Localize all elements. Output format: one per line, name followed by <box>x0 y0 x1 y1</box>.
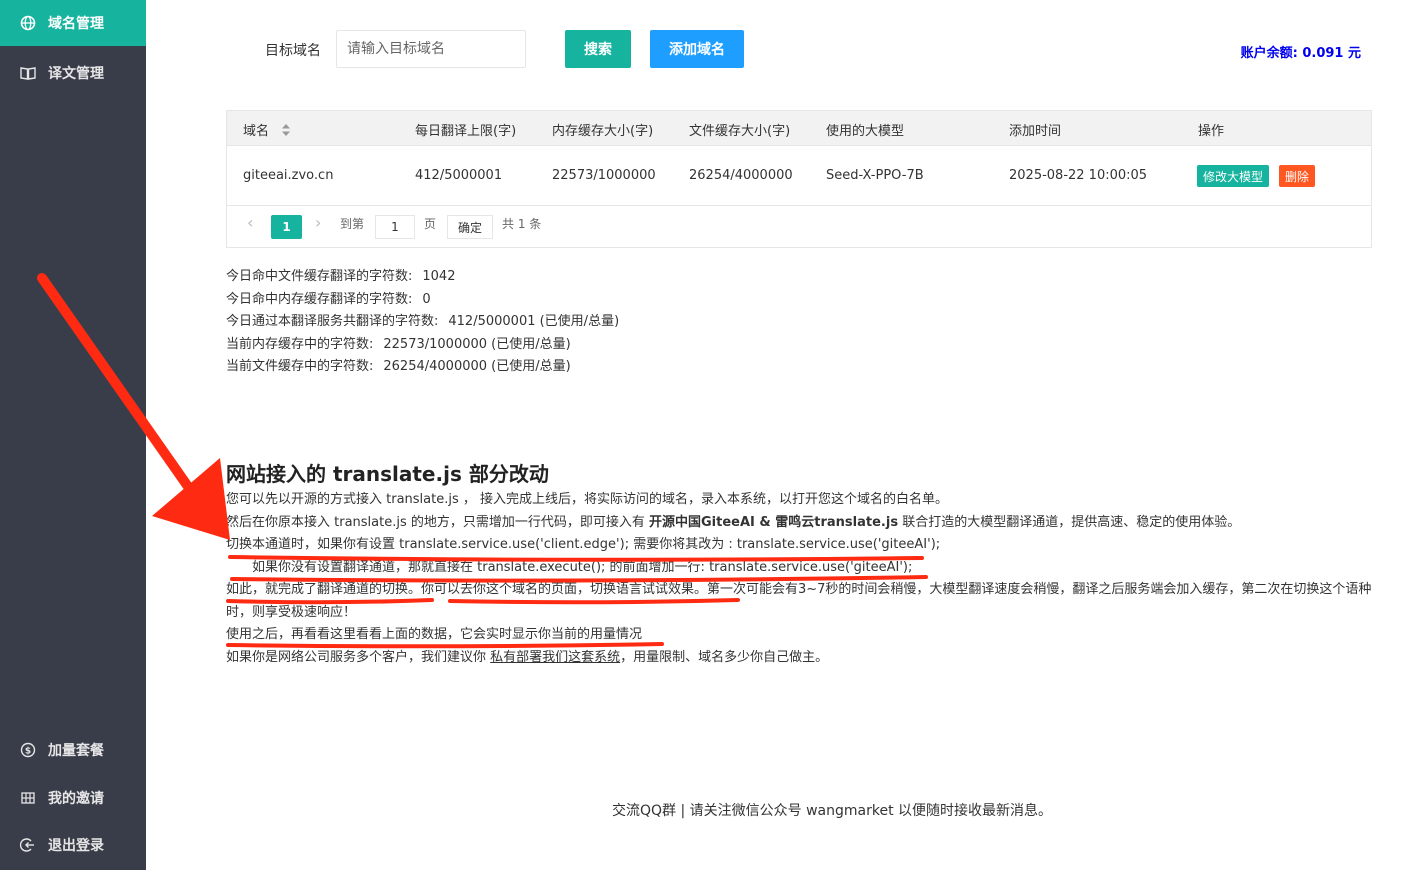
sidebar-item-translation-management[interactable]: 译文管理 <box>0 50 146 96</box>
stat-line: 当前文件缓存中的字符数: 26254/4000000 (已使用/总量) <box>226 359 571 375</box>
domain-table: 域名 每日翻译上限(字) 内存缓存大小(字) 文件缓存大小(字) 使用的大模型 … <box>226 110 1372 248</box>
cell-daily-limit: 412/5000001 <box>415 168 503 183</box>
table-header: 域名 每日翻译上限(字) 内存缓存大小(字) 文件缓存大小(字) 使用的大模型 … <box>227 111 1371 146</box>
cell-memory-cache: 22573/1000000 <box>552 168 656 183</box>
cell-added-time: 2025-08-22 10:00:05 <box>1009 168 1148 183</box>
column-header-file-cache: 文件缓存大小(字) <box>689 124 791 139</box>
guide-paragraph: 如此，就完成了翻译通道的切换。你可以去你这个域名的页面，切换语言试试效果。第一次… <box>226 582 1372 620</box>
goto-confirm-button[interactable]: 确定 <box>447 215 493 239</box>
sidebar-item-label: 退出登录 <box>48 838 104 854</box>
target-domain-label: 目标域名 <box>265 43 321 59</box>
account-balance[interactable]: 账户余额: 0.091 元 <box>1241 42 1361 61</box>
edit-model-button[interactable]: 修改大模型 <box>1197 165 1270 187</box>
logout-icon <box>18 835 38 855</box>
sidebar-item-label: 加量套餐 <box>48 743 104 759</box>
page-unit-label: 页 <box>424 217 437 231</box>
guide-paragraph: 如果你没有设置翻译通道，那就直接在 translate.execute(); 的… <box>252 559 913 575</box>
guide-paragraph: 切换本通道时，如果你有设置 translate.service.use('cli… <box>226 537 941 552</box>
next-page-button[interactable]: › <box>315 213 321 232</box>
cell-file-cache: 26254/4000000 <box>689 168 793 183</box>
column-header-model: 使用的大模型 <box>826 124 905 139</box>
sidebar-item-label: 译文管理 <box>48 66 104 82</box>
delete-button[interactable]: 删除 <box>1279 165 1316 187</box>
dollar-icon: $ <box>18 740 38 760</box>
book-icon <box>18 63 38 83</box>
guide-paragraph: 如果你是网络公司服务多个客户，我们建议你 私有部署我们这套系统，用量限制、域名多… <box>226 649 829 665</box>
stat-line: 今日通过本翻译服务共翻译的字符数: 412/5000001 (已使用/总量) <box>226 314 620 330</box>
svg-text:$: $ <box>25 747 31 757</box>
column-header-actions: 操作 <box>1198 124 1225 139</box>
goto-page-input[interactable] <box>375 215 415 239</box>
current-page[interactable]: 1 <box>271 215 302 239</box>
column-header-added-time: 添加时间 <box>1009 124 1062 139</box>
guide-title: 网站接入的 translate.js 部分改动 <box>226 462 549 486</box>
cell-domain: giteeai.zvo.cn <box>243 168 334 183</box>
sidebar-item-domain-management[interactable]: 域名管理 <box>0 0 146 46</box>
goto-label: 到第 <box>340 217 365 231</box>
column-header-domain[interactable]: 域名 <box>243 120 291 141</box>
usage-stats: 今日命中文件缓存翻译的字符数: 1042 今日命中内存缓存翻译的字符数: 0 今日通… <box>226 266 619 379</box>
guide-paragraph: 使用之后，再看看这里看看上面的数据，它会实时显示你当前的用量情况 <box>226 627 643 642</box>
cell-model: Seed-X-PPO-7B <box>826 168 924 183</box>
guide-text: 您可以先以开源的方式接入 translate.js ， 接入完成上线后，将实际访… <box>226 489 1376 669</box>
prev-page-button[interactable]: ‹ <box>247 213 253 232</box>
table-row: giteeai.zvo.cn 412/5000001 22573/1000000… <box>227 146 1371 206</box>
sort-icon[interactable] <box>281 123 291 141</box>
sidebar-item-label: 我的邀请 <box>48 791 104 807</box>
sidebar-item-addon-package[interactable]: $ 加量套餐 <box>0 727 146 773</box>
sidebar: 域名管理 译文管理 $ 加量套餐 我的邀请 退出登录 <box>0 0 146 870</box>
stat-line: 今日命中文件缓存翻译的字符数: 1042 <box>226 269 456 284</box>
pagination: ‹ 1 › 到第 页 确定 共 1 条 <box>227 207 1371 247</box>
grid-icon <box>18 788 38 808</box>
sidebar-item-label: 域名管理 <box>48 16 104 32</box>
sidebar-item-my-invitation[interactable]: 我的邀请 <box>0 775 146 821</box>
private-deploy-link[interactable]: 私有部署我们这套系统 <box>490 650 620 665</box>
total-count: 共 1 条 <box>502 217 542 231</box>
sidebar-item-logout[interactable]: 退出登录 <box>0 822 146 868</box>
stat-line: 今日命中内存缓存翻译的字符数: 0 <box>226 291 431 307</box>
target-domain-input[interactable] <box>336 30 526 68</box>
guide-paragraph: 您可以先以开源的方式接入 translate.js ， 接入完成上线后，将实际访… <box>226 492 949 507</box>
search-button[interactable]: 搜索 <box>565 30 631 68</box>
guide-paragraph: 然后在你原本接入 translate.js 的地方，只需增加一行代码，即可接入有… <box>226 514 1241 530</box>
column-header-memory-cache: 内存缓存大小(字) <box>552 124 654 139</box>
stat-line: 当前内存缓存中的字符数: 22573/1000000 (已使用/总量) <box>226 336 571 352</box>
globe-icon <box>18 13 38 33</box>
footer-text: 交流QQ群 | 请关注微信公众号 wangmarket 以便随时接收最新消息。 <box>612 803 1053 819</box>
add-domain-button[interactable]: 添加域名 <box>650 30 744 68</box>
column-header-daily-limit: 每日翻译上限(字) <box>415 124 517 139</box>
